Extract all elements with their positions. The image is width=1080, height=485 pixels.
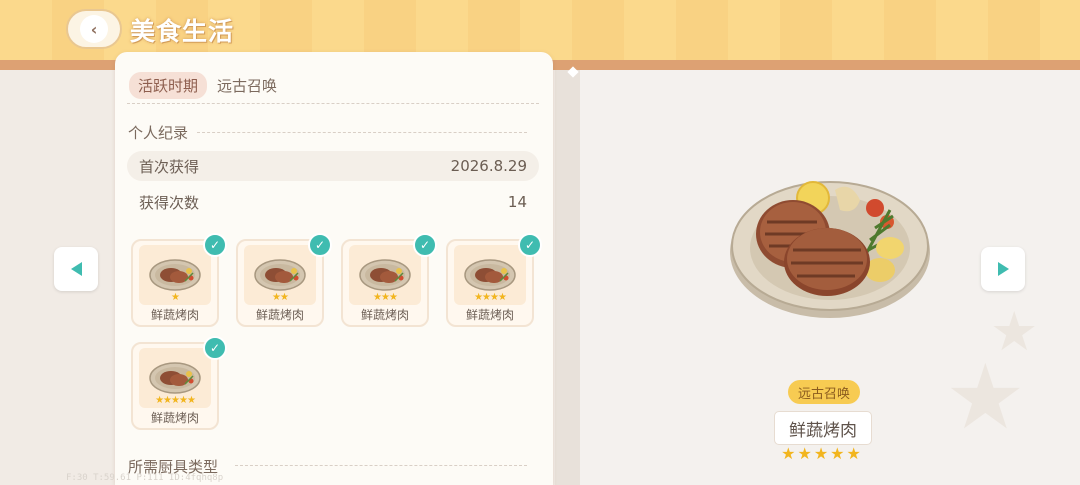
dish-stars: ★ xyxy=(171,292,180,303)
previous-button[interactable] xyxy=(54,247,98,291)
first-obtained-value: 2026.8.29 xyxy=(450,157,527,175)
dish-title: 鲜蔬烤肉 xyxy=(774,411,872,445)
active-period-row: 活跃时期 远古召唤 xyxy=(129,72,277,99)
dish-stars: ★★ xyxy=(272,292,289,303)
back-button[interactable]: ‹ xyxy=(66,9,122,49)
source-badge: 远古召唤 xyxy=(788,380,860,404)
check-icon: ✓ xyxy=(203,336,227,360)
times-obtained-label: 获得次数 xyxy=(139,193,200,212)
dish-stars: ★★★★ xyxy=(474,292,507,303)
dish-illustration xyxy=(730,181,930,318)
dish-stars: ★★★ xyxy=(373,292,398,303)
personal-record-title: 个人纪录 xyxy=(128,124,189,142)
next-button[interactable] xyxy=(981,247,1025,291)
active-period-label: 活跃时期 xyxy=(129,72,208,99)
chevron-left-icon: ‹ xyxy=(80,15,108,43)
check-icon: ✓ xyxy=(518,233,542,257)
times-obtained-row: 获得次数 14 xyxy=(127,187,539,217)
check-icon: ✓ xyxy=(308,233,332,257)
check-icon: ✓ xyxy=(413,233,437,257)
active-period-value: 远古召唤 xyxy=(217,77,278,95)
arrow-left-icon xyxy=(70,262,82,276)
divider xyxy=(235,465,527,466)
dish-info-card: 活跃时期 远古召唤 个人纪录 首次获得 2026.8.29 获得次数 14 ★ … xyxy=(115,52,553,485)
dish-name: 鲜蔬烤肉 xyxy=(360,308,409,322)
first-obtained-row: 首次获得 2026.8.29 xyxy=(127,151,539,181)
dish-name: 鲜蔬烤肉 xyxy=(150,308,199,322)
debug-overlay-text: F:30 T:59.61 P:111 ID:4fqhq8p xyxy=(66,473,224,483)
page-title: 美食生活 xyxy=(130,17,235,46)
divider xyxy=(197,132,527,133)
dish-name: 鲜蔬烤肉 xyxy=(255,308,304,322)
check-icon: ✓ xyxy=(203,233,227,257)
arrow-right-icon xyxy=(997,262,1009,276)
dish-name: 鲜蔬烤肉 xyxy=(150,411,199,425)
divider xyxy=(127,103,539,104)
times-obtained-value: 14 xyxy=(507,193,527,211)
dish-name: 鲜蔬烤肉 xyxy=(465,308,514,322)
background-star-icon: ★ xyxy=(945,345,1026,450)
dish-stars: ★★★★★ xyxy=(155,395,196,406)
first-obtained-label: 首次获得 xyxy=(139,157,200,176)
dish-rating-stars: ★★★★★ xyxy=(781,444,863,463)
